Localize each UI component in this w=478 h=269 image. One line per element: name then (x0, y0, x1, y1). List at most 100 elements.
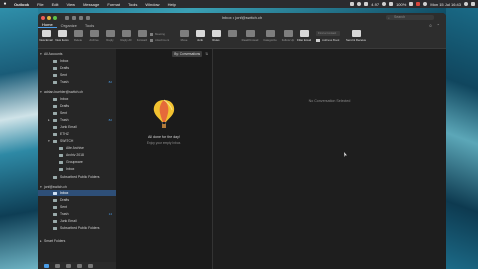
folder-inbox[interactable]: Inbox (53, 59, 68, 63)
tab-tools[interactable]: Tools (81, 23, 98, 28)
unread-count-badge: 14 (108, 212, 112, 216)
folder-ethz[interactable]: ETHZ (53, 132, 69, 136)
meeting-attachment-group: Meeting Attachment (150, 28, 176, 44)
menu-edit[interactable]: Edit (48, 2, 63, 7)
wifi-icon[interactable] (382, 2, 387, 6)
folder-drafts[interactable]: Drafts (53, 104, 69, 108)
arrange-by-dropdown[interactable]: By: Conversations (172, 51, 203, 57)
junk-button[interactable]: Junk (192, 28, 208, 42)
smiley-icon[interactable]: ☺ (429, 23, 433, 28)
categorize-button[interactable]: Categorize (260, 28, 280, 42)
inbox-icon (53, 191, 57, 195)
new-email-button[interactable]: New Email (38, 28, 54, 42)
all-accounts-header[interactable]: ▾ All Accounts (40, 52, 62, 56)
reading-pane: No Conversation Selected (213, 49, 446, 269)
rules-button[interactable]: Rules (208, 28, 224, 42)
folder-groupware[interactable]: Groupware (59, 160, 83, 164)
menu-file[interactable]: File (33, 2, 47, 7)
folder-icon (59, 146, 63, 150)
mail-icon[interactable] (44, 263, 49, 268)
archive-button[interactable]: Archive (86, 28, 102, 42)
forward-button[interactable]: Forward (134, 28, 150, 42)
battery-icon[interactable] (409, 2, 414, 6)
status-icon[interactable] (357, 2, 362, 6)
folder-archiv-2018[interactable]: Archiv 2018 (59, 153, 84, 157)
folder-junk[interactable]: Junk Email (53, 125, 77, 129)
menu-tools[interactable]: Tools (124, 2, 141, 7)
folder-subscribed-public[interactable]: Subscribed Public Folders (53, 226, 99, 230)
folder-label: Subscribed Public Folders (60, 226, 100, 230)
folder-trash[interactable]: ▸ Trash (48, 118, 69, 122)
send-receive-label: Send & Receive (345, 38, 367, 42)
meeting-button[interactable]: Meeting (150, 32, 165, 36)
folder-inbox-selected[interactable]: Inbox (53, 191, 68, 195)
address-book-icon (316, 38, 320, 42)
address-book-button[interactable]: Address Book (316, 38, 340, 42)
folder-trash[interactable]: Trash (53, 80, 69, 84)
folder-drafts[interactable]: Drafts (53, 198, 69, 202)
calendar-icon[interactable] (55, 263, 60, 268)
folder-trash[interactable]: Trash (53, 212, 69, 216)
flag-button[interactable] (224, 28, 240, 37)
attachment-icon (150, 38, 153, 42)
account-adrian[interactable]: ▾ adrian.buehler@switch.ch (40, 90, 83, 94)
user-icon[interactable] (423, 2, 428, 6)
reply-button[interactable]: Reply (102, 28, 118, 42)
desktop-wallpaper-left (0, 8, 38, 269)
volume-icon[interactable] (389, 2, 394, 6)
collapse-ribbon-icon[interactable]: ⌃ (437, 23, 440, 28)
account-jonf[interactable]: ▾ jonf@switch.ch (40, 185, 67, 189)
send-receive-button[interactable]: Send & Receive (345, 28, 367, 42)
contacts-icon[interactable] (66, 263, 71, 268)
folder-icon (53, 132, 57, 136)
folder-label: SWITCH (60, 139, 74, 143)
folder-sent[interactable]: Sent (53, 205, 67, 209)
search-icon: ⌕ (388, 16, 390, 20)
send-receive-icon (351, 30, 361, 37)
folder-inbox[interactable]: Inbox (53, 97, 68, 101)
attachment-button[interactable]: Attachment (150, 38, 169, 42)
find-contact-field[interactable]: Find a Contact (316, 31, 340, 36)
folder-sent[interactable]: Sent (53, 111, 67, 115)
folder-junk[interactable]: Junk Email (53, 219, 77, 223)
menu-help[interactable]: Help (164, 2, 180, 7)
junk-icon (53, 219, 57, 223)
folder-switch-inbox[interactable]: Inbox (59, 167, 74, 171)
search-icon[interactable] (464, 2, 468, 6)
notes-icon[interactable] (88, 263, 93, 268)
battery-percent[interactable]: 100% (396, 2, 406, 7)
menu-app-name[interactable]: Outlook (10, 2, 33, 7)
reply-all-button[interactable]: Reply All (118, 28, 134, 42)
notification-center-icon[interactable] (471, 2, 475, 6)
search-field[interactable]: ⌕ Search (386, 15, 434, 20)
follow-up-button[interactable]: Follow Up (280, 28, 296, 42)
apple-icon[interactable]: ● (0, 1, 10, 7)
folder-subscribed-public[interactable]: Subscribed Public Folders (53, 175, 99, 179)
read-unread-button[interactable]: Read/Unread (240, 28, 260, 42)
new-items-button[interactable]: New Items (54, 28, 70, 42)
folder-alte-archive[interactable]: Alte Archive (59, 146, 84, 150)
delete-button[interactable]: Delete (70, 28, 86, 42)
folder-sent[interactable]: Sent (53, 73, 67, 77)
menubar-clock[interactable]: Mon 15 Jul 16:43 (430, 2, 461, 7)
empty-inbox-title: All done for the day! (148, 135, 180, 139)
smart-folders-header[interactable]: ▸ Smart Folders (40, 239, 65, 243)
filter-email-button[interactable]: Filter Email (296, 28, 312, 42)
notification-icon[interactable] (416, 2, 421, 6)
folder-label: Inbox (60, 97, 69, 101)
menu-format[interactable]: Format (103, 2, 124, 7)
tasks-icon[interactable] (77, 263, 82, 268)
unread-count-badge: 82 (108, 118, 112, 122)
status-icon[interactable] (350, 2, 355, 6)
menu-window[interactable]: Window (141, 2, 163, 7)
contact-group: Find a Contact Address Book (316, 28, 340, 42)
status-icon[interactable] (364, 2, 369, 6)
menu-view[interactable]: View (62, 2, 79, 7)
folder-drafts[interactable]: Drafts (53, 66, 69, 70)
menu-message[interactable]: Message (79, 2, 103, 7)
tab-organize[interactable]: Organize (57, 23, 81, 28)
move-button[interactable]: Move (176, 28, 192, 42)
status-temp[interactable]: 4.97 (371, 2, 379, 7)
folder-switch[interactable]: ▾ SWITCH (48, 139, 73, 143)
sort-arrows-icon[interactable]: ⇅ (205, 52, 208, 56)
